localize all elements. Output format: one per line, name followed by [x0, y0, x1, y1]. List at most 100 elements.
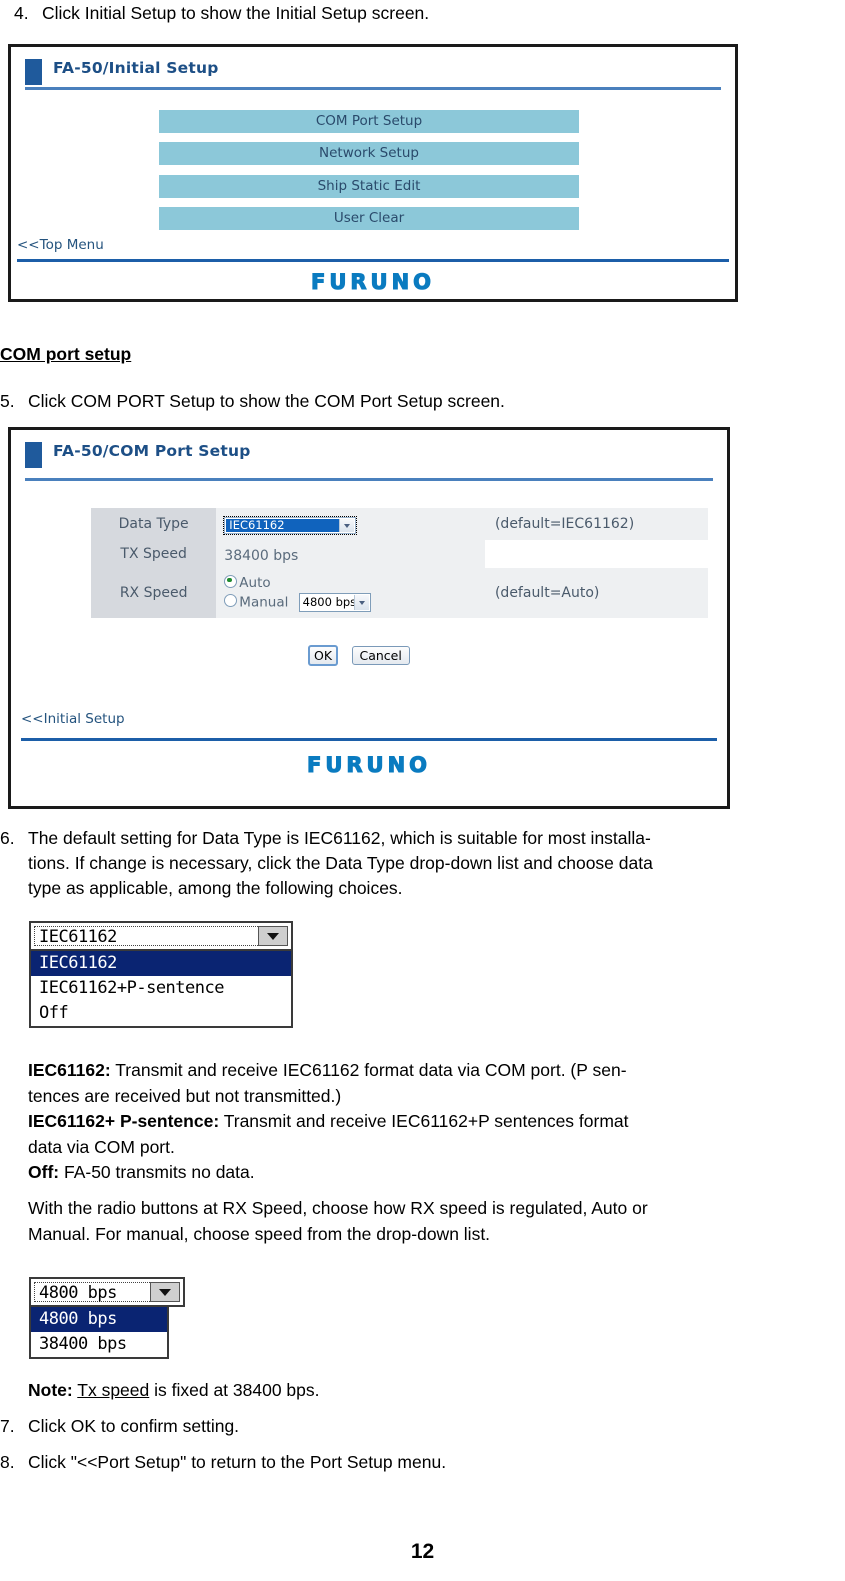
- com-port-title: FA-50/COM Port Setup: [53, 442, 251, 460]
- iec61162-term: IEC61162:: [28, 1060, 111, 1080]
- rx-speed-auto-row[interactable]: Auto: [224, 574, 485, 593]
- iec61162p-desc-line-1: Transmit and receive IEC61162+P sentence…: [219, 1111, 629, 1131]
- dropdown-option[interactable]: IEC61162+P-sentence: [31, 976, 291, 1001]
- off-term: Off:: [28, 1162, 60, 1182]
- header-accent-bar: [25, 442, 42, 468]
- radio-manual-label: Manual: [239, 594, 289, 611]
- com-port-button-row: OK Cancel: [308, 645, 410, 666]
- speed-dropdown-figure: 4800 bps 4800 bps 38400 bps: [29, 1277, 185, 1359]
- step-6-line-3: type as applicable, among the following …: [28, 878, 403, 898]
- note-underlined-term: Tx speed: [77, 1380, 150, 1400]
- dropdown-option[interactable]: 38400 bps: [31, 1332, 167, 1357]
- chevron-down-icon[interactable]: [353, 594, 369, 610]
- rx-paragraph-line-2: Manual. For manual, choose speed from th…: [28, 1223, 491, 1244]
- tx-speed-value: 38400 bps: [224, 547, 299, 564]
- com-port-form-table: Data Type IEC61162 (default=IEC61162) TX…: [91, 508, 708, 618]
- data-type-default-note: (default=IEC61162): [484, 508, 708, 540]
- step-7-number: 7.: [0, 1416, 15, 1436]
- note-rest: is fixed at 38400 bps.: [149, 1380, 320, 1400]
- iec61162p-term: IEC61162+ P-sentence:: [28, 1111, 220, 1131]
- rx-speed-value-cell: Auto Manual 4800 bps: [216, 568, 485, 618]
- menu-button-com-port-setup[interactable]: COM Port Setup: [159, 110, 579, 133]
- step-6: 6. The default setting for Data Type is …: [0, 826, 845, 901]
- rx-paragraph-line-1: With the radio buttons at RX Speed, choo…: [28, 1198, 648, 1218]
- rx-speed-paragraph: With the radio buttons at RX Speed, choo…: [28, 1196, 838, 1247]
- menu-button-ship-static-edit[interactable]: Ship Static Edit: [159, 175, 579, 198]
- cancel-button[interactable]: Cancel: [351, 646, 410, 665]
- footer-divider: [17, 259, 729, 262]
- speed-dropdown-list[interactable]: 4800 bps 38400 bps: [29, 1307, 169, 1359]
- iec61162p-desc-line-2: data via COM port.: [28, 1136, 175, 1157]
- menu-button-label: COM Port Setup: [315, 113, 423, 129]
- radio-manual-icon[interactable]: [224, 594, 238, 608]
- step-8-text: Click "<<Port Setup" to return to the Po…: [28, 1452, 447, 1472]
- step-4-number: 4.: [14, 3, 29, 23]
- chevron-down-icon[interactable]: [339, 518, 355, 532]
- definition-off: Off: FA-50 transmits no data.: [28, 1160, 828, 1186]
- top-menu-link[interactable]: <<Top Menu: [17, 237, 104, 253]
- com-port-setup-screenshot: FA-50/COM Port Setup Data Type IEC61162 …: [8, 427, 730, 809]
- data-type-dropdown-closed-box[interactable]: IEC61162: [29, 921, 293, 951]
- menu-button-label: Network Setup: [319, 145, 419, 161]
- table-row-rx-speed: RX Speed Auto Manual 4800 bps (default=A…: [91, 568, 708, 618]
- header-divider: [25, 87, 721, 90]
- note-term: Note:: [28, 1380, 73, 1400]
- tx-speed-value-cell: 38400 bps: [216, 540, 485, 568]
- data-type-selected-value: IEC61162: [229, 517, 285, 532]
- chevron-down-icon[interactable]: [150, 1282, 180, 1302]
- iec61162-desc-line-1: Transmit and receive IEC61162 format dat…: [110, 1060, 627, 1080]
- manual-speed-selected-value: 4800 bps: [302, 594, 357, 609]
- page-number: 12: [410, 1540, 435, 1563]
- rx-speed-manual-row[interactable]: Manual 4800 bps: [224, 592, 485, 613]
- step-6-line-1: The default setting for Data Type is IEC…: [28, 828, 651, 848]
- step-6-number: 6.: [0, 828, 15, 848]
- data-type-dropdown-figure: IEC61162 IEC61162 IEC61162+P-sentence Of…: [29, 921, 293, 1028]
- speed-dropdown-closed-box[interactable]: 4800 bps: [29, 1277, 185, 1307]
- header-accent-bar: [25, 59, 42, 85]
- initial-setup-header: FA-50/Initial Setup: [25, 57, 721, 91]
- step-7-text: Click OK to confirm setting.: [28, 1416, 240, 1436]
- data-type-select[interactable]: IEC61162: [223, 515, 358, 535]
- step-6-line-2: tions. If change is necessary, click the…: [28, 853, 653, 873]
- step-8: 8. Click "<<Port Setup" to return to the…: [0, 1450, 820, 1475]
- iec61162-desc-line-2: tences are received but not transmitted.…: [28, 1085, 342, 1106]
- header-divider: [25, 478, 713, 481]
- section-heading-com-port-setup: COM port setup: [0, 344, 132, 364]
- footer-divider: [21, 738, 717, 741]
- radio-auto-label: Auto: [239, 574, 271, 591]
- initial-setup-screenshot: FA-50/Initial Setup COM Port Setup Netwo…: [8, 44, 738, 302]
- tx-speed-note-blank: [484, 540, 708, 568]
- table-row-data-type: Data Type IEC61162 (default=IEC61162): [91, 508, 708, 540]
- step-5-number: 5.: [0, 391, 15, 411]
- speed-dropdown-current: 4800 bps: [39, 1283, 117, 1303]
- menu-button-label: Ship Static Edit: [317, 178, 421, 194]
- data-type-label: Data Type: [91, 508, 217, 540]
- data-type-dropdown-current: IEC61162: [39, 927, 117, 947]
- radio-auto-icon[interactable]: [224, 574, 238, 588]
- step-4: 4. Click Initial Setup to show the Initi…: [14, 1, 824, 26]
- ok-button[interactable]: OK: [308, 645, 339, 666]
- com-port-header: FA-50/COM Port Setup: [25, 440, 713, 474]
- off-desc: FA-50 transmits no data.: [59, 1162, 255, 1182]
- rx-speed-label: RX Speed: [91, 568, 217, 618]
- chevron-down-icon[interactable]: [258, 926, 288, 946]
- rx-speed-default-note: (default=Auto): [484, 568, 708, 618]
- definition-iec61162: IEC61162: Transmit and receive IEC61162 …: [28, 1058, 828, 1109]
- furuno-logo: FURUNO: [310, 269, 436, 294]
- note-tx-speed: Note: Tx speed is fixed at 38400 bps.: [28, 1378, 320, 1404]
- data-type-value-cell: IEC61162: [216, 508, 485, 540]
- dropdown-option[interactable]: Off: [31, 1001, 291, 1026]
- menu-button-user-clear[interactable]: User Clear: [159, 207, 579, 230]
- menu-button-network-setup[interactable]: Network Setup: [159, 142, 579, 165]
- step-8-number: 8.: [0, 1452, 15, 1472]
- initial-setup-title: FA-50/Initial Setup: [53, 59, 219, 77]
- furuno-logo: FURUNO: [306, 752, 432, 777]
- data-type-dropdown-list[interactable]: IEC61162 IEC61162+P-sentence Off: [29, 951, 293, 1028]
- initial-setup-link[interactable]: <<Initial Setup: [21, 711, 125, 727]
- manual-speed-select[interactable]: 4800 bps: [298, 592, 371, 612]
- step-4-text: Click Initial Setup to show the Initial …: [42, 3, 430, 23]
- step-5: 5. Click COM PORT Setup to show the COM …: [0, 389, 820, 414]
- dropdown-option[interactable]: 4800 bps: [31, 1307, 167, 1332]
- dropdown-option[interactable]: IEC61162: [31, 951, 291, 976]
- step-5-text: Click COM PORT Setup to show the COM Por…: [28, 391, 505, 411]
